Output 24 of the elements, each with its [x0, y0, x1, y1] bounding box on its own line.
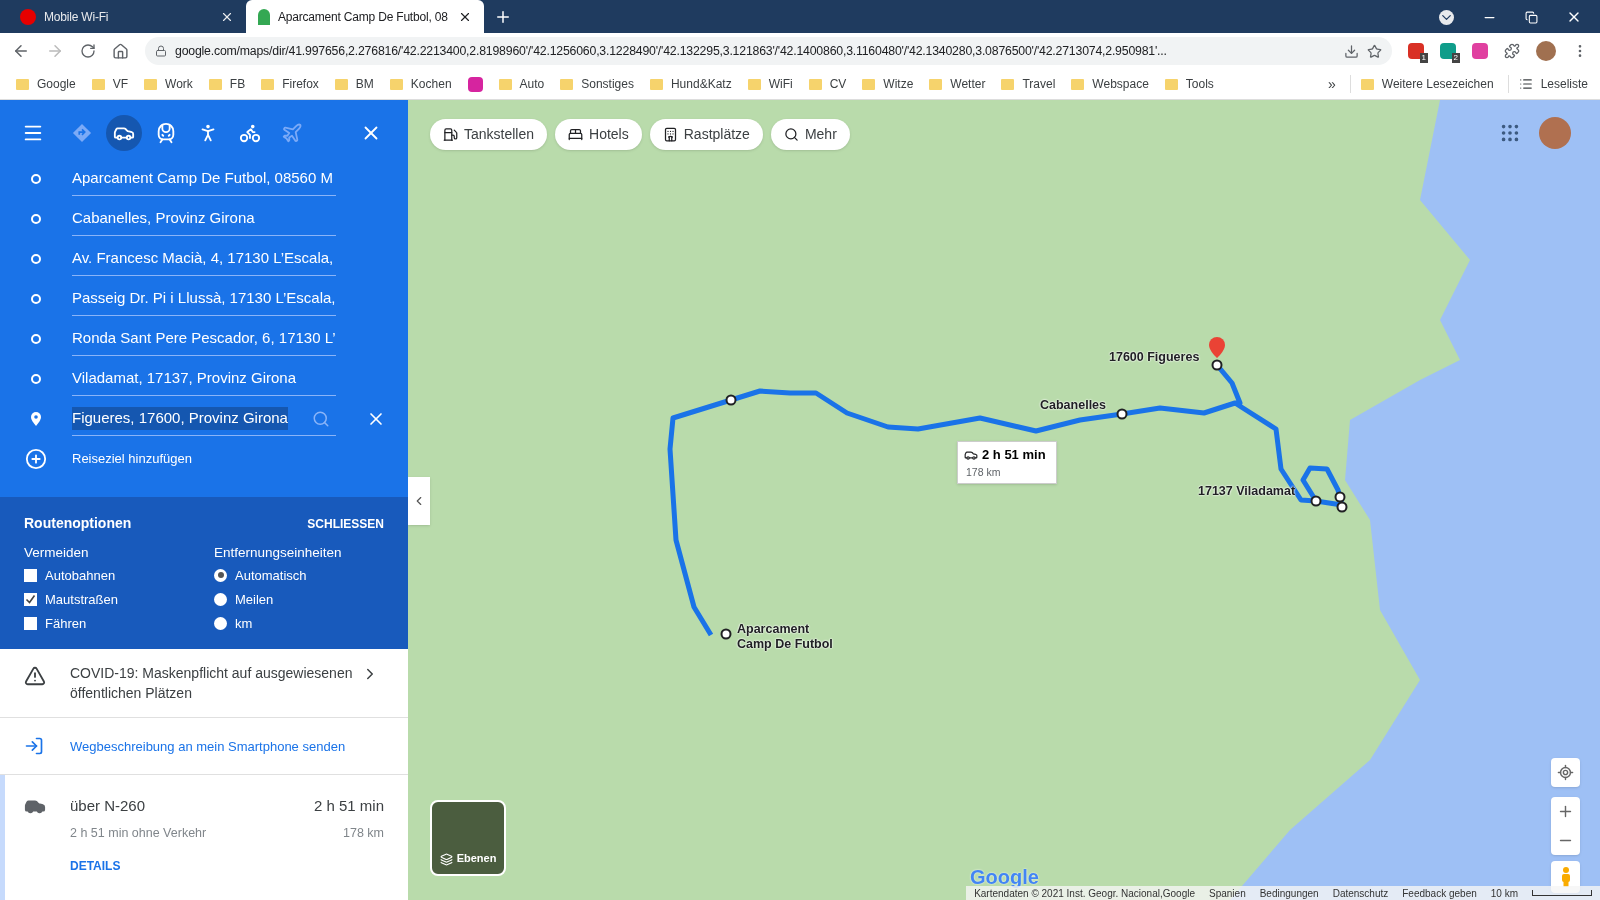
checkbox-label: Autobahnen — [45, 566, 116, 585]
extension-badge: 1 — [1419, 53, 1428, 63]
url-text: google.com/maps/dir/41.997656,2.276816/'42.2213400,2.8198960'/'42.1256060,3.1228490'/'42.132295,3.121863'/'42.1400860,3.1160480'/'42.1340280,3.0876500'/'42.2713074,2.950981'... — [175, 42, 1167, 60]
route-name: über N-260 — [70, 796, 146, 817]
callout-duration: 2 h 51 min — [982, 446, 1046, 464]
scale-label: 10 km — [1490, 886, 1518, 900]
place-label: 17600 Figueres — [1109, 350, 1200, 365]
section-title: Routenoptionen — [24, 514, 132, 533]
place-label: Aparcament Camp De Futbol — [737, 622, 833, 652]
place-label: 17137 Viladamat — [1198, 484, 1296, 499]
group-heading: Vermeiden — [24, 544, 90, 562]
radio-label: Meilen — [235, 590, 274, 609]
radio-label: km — [235, 614, 253, 633]
radio-label: Automatisch — [235, 566, 307, 585]
google-logo: Google — [970, 865, 1039, 890]
checkbox-label: Mautstraßen — [45, 590, 118, 609]
checkbox-label: Fähren — [45, 614, 87, 633]
callout-distance: 178 km — [966, 464, 1002, 480]
extension-badge: 2 — [1451, 53, 1460, 63]
place-label: Cabanelles — [1040, 398, 1106, 413]
route-detail: 2 h 51 min ohne Verkehr — [70, 824, 207, 842]
route-duration: 2 h 51 min — [313, 796, 384, 817]
route-distance: 178 km — [343, 824, 384, 842]
group-heading: Entfernungseinheiten — [214, 544, 342, 562]
